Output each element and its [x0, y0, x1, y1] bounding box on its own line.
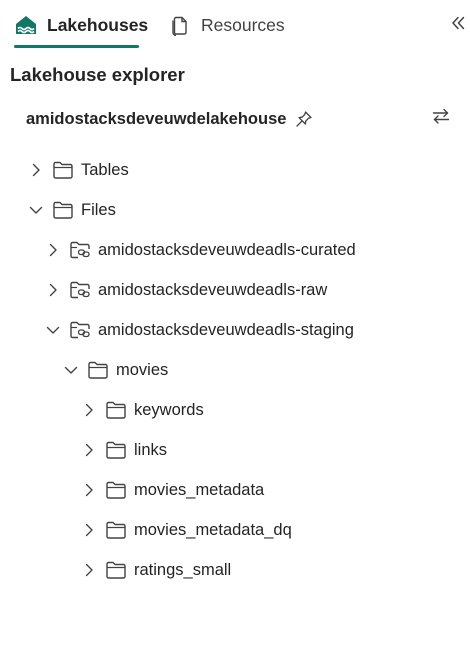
- lakehouse-explorer-panel: Lakehouses Resources Lakehouse explorer …: [0, 0, 470, 646]
- chevron-down-icon[interactable]: [29, 203, 43, 217]
- shortcut-folder-icon: [69, 320, 91, 340]
- shortcut-folder-icon: [69, 240, 91, 260]
- folder-icon: [105, 480, 127, 500]
- tree-item-tables[interactable]: Tables: [29, 155, 129, 185]
- tab-lakehouses[interactable]: Lakehouses: [14, 8, 148, 42]
- panel-title: Lakehouse explorer: [10, 64, 185, 85]
- tree-item-raw[interactable]: amidostacksdeveuwdeadls-raw: [46, 275, 327, 305]
- active-tab-indicator: [14, 45, 139, 48]
- chevron-down-icon[interactable]: [64, 363, 78, 377]
- document-icon: [168, 13, 192, 37]
- chevron-right-icon[interactable]: [82, 483, 96, 497]
- tree-item-movies-metadata-dq[interactable]: movies_metadata_dq: [82, 515, 292, 545]
- double-chevron-left-icon: [450, 15, 466, 36]
- tree-item-label: Files: [81, 200, 116, 219]
- tree-item-label: movies: [116, 360, 169, 379]
- tab-lakehouses-label: Lakehouses: [47, 14, 149, 35]
- tab-bar: Lakehouses Resources: [0, 0, 470, 52]
- tree-item-files[interactable]: Files: [29, 195, 116, 225]
- lakehouse-header: amidostacksdeveuwdelakehouse: [26, 106, 313, 132]
- chevron-right-icon[interactable]: [29, 163, 43, 177]
- tree-item-label: movies_metadata_dq: [134, 520, 292, 539]
- folder-icon: [105, 400, 127, 420]
- tree-item-links[interactable]: links: [82, 435, 167, 465]
- tree-item-label: links: [134, 440, 168, 459]
- lakehouse-name: amidostacksdeveuwdelakehouse: [26, 109, 287, 128]
- collapse-panel-button[interactable]: [446, 13, 470, 37]
- tree-item-movies-metadata[interactable]: movies_metadata: [82, 475, 264, 505]
- swap-arrows-icon: [431, 106, 451, 131]
- tree-item-movies[interactable]: movies: [64, 355, 168, 385]
- pin-icon[interactable]: [295, 110, 313, 128]
- chevron-right-icon[interactable]: [82, 563, 96, 577]
- tree-item-staging[interactable]: amidostacksdeveuwdeadls-staging: [46, 315, 354, 345]
- tree-item-curated[interactable]: amidostacksdeveuwdeadls-curated: [46, 235, 356, 265]
- switch-lakehouse-button[interactable]: [430, 107, 452, 129]
- tree-item-label: amidostacksdeveuwdeadls-staging: [98, 320, 354, 339]
- chevron-right-icon[interactable]: [46, 283, 60, 297]
- tree-item-keywords[interactable]: keywords: [82, 395, 204, 425]
- tree-item-label: Tables: [81, 160, 129, 179]
- chevron-right-icon[interactable]: [82, 403, 96, 417]
- tree-item-label: ratings_small: [134, 560, 232, 579]
- tree-item-label: amidostacksdeveuwdeadls-curated: [98, 240, 356, 259]
- chevron-right-icon[interactable]: [82, 523, 96, 537]
- tree-item-label: keywords: [134, 400, 204, 419]
- folder-icon: [105, 520, 127, 540]
- tab-resources-label: Resources: [201, 14, 285, 35]
- folder-icon: [52, 200, 74, 220]
- folder-icon: [105, 560, 127, 580]
- chevron-right-icon[interactable]: [82, 443, 96, 457]
- chevron-down-icon[interactable]: [46, 323, 60, 337]
- tree-item-label: amidostacksdeveuwdeadls-raw: [98, 280, 328, 299]
- shortcut-folder-icon: [69, 280, 91, 300]
- folder-icon: [87, 360, 109, 380]
- tree-item-ratings-small[interactable]: ratings_small: [82, 555, 231, 585]
- folder-icon: [52, 160, 74, 180]
- tree-item-label: movies_metadata: [134, 480, 265, 499]
- chevron-right-icon[interactable]: [46, 243, 60, 257]
- lakehouse-icon: [14, 13, 38, 37]
- tab-resources[interactable]: Resources: [168, 8, 285, 42]
- folder-icon: [105, 440, 127, 460]
